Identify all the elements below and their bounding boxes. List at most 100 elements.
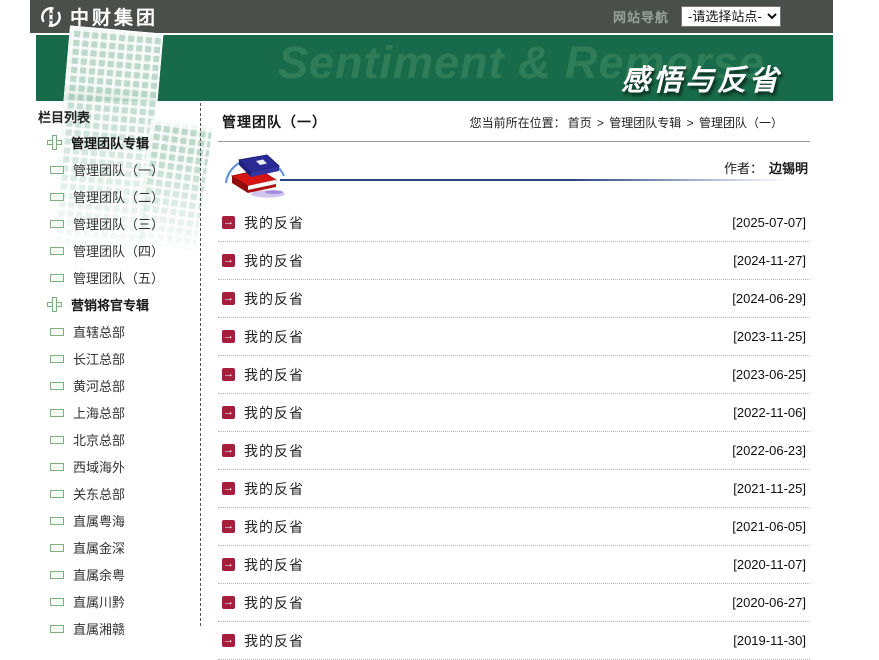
article-title-link[interactable]: 我的反省: [244, 327, 304, 347]
minus-icon: [50, 490, 64, 498]
article-title-link[interactable]: 我的反省: [244, 251, 304, 271]
plus-icon: [47, 135, 62, 150]
article-date: [2022-11-06]: [733, 405, 806, 420]
sidebar-item-10: 黄河总部: [30, 372, 200, 399]
arrow-icon: →: [222, 254, 235, 267]
arrow-icon: →: [222, 558, 235, 571]
arrow-icon: →: [222, 368, 235, 381]
sidebar-item-16: 直属金深: [30, 534, 200, 561]
blue-divider: [280, 179, 808, 181]
article-date: [2019-11-30]: [733, 633, 806, 648]
sidebar-item-label[interactable]: 北京总部: [73, 430, 125, 449]
sidebar-header: 栏目列表: [38, 107, 200, 129]
sidebar-item-4: 管理团队（三）: [30, 210, 200, 237]
arrow-icon: →: [222, 634, 235, 647]
article-date: [2024-11-27]: [733, 253, 806, 268]
sidebar-item-17: 直属余粤: [30, 561, 200, 588]
minus-icon: [50, 193, 64, 201]
sidebar-item-3: 管理团队（二）: [30, 183, 200, 210]
article-row-1: → 我的反省 [2025-07-07]: [218, 204, 810, 242]
sidebar-item-13: 西域海外: [30, 453, 200, 480]
article-title-link[interactable]: 我的反省: [244, 213, 304, 233]
article-row-2: → 我的反省 [2024-11-27]: [218, 242, 810, 280]
breadcrumb-home[interactable]: 首页: [568, 116, 592, 130]
sidebar-item-19: 直属湘赣: [30, 615, 200, 642]
article-title-link[interactable]: 我的反省: [244, 479, 304, 499]
sidebar-item-label[interactable]: 直属川黔: [73, 592, 125, 611]
article-row-3: → 我的反省 [2024-06-29]: [218, 280, 810, 318]
sidebar-item-1: 管理团队专辑: [30, 129, 200, 156]
sidebar-item-label[interactable]: 西域海外: [73, 457, 125, 476]
sidebar: 栏目列表 管理团队专辑 管理团队（一） 管理团队（二） 管理团队（三） 管理团队…: [30, 103, 201, 626]
sidebar-item-14: 关东总部: [30, 480, 200, 507]
sidebar-item-11: 上海总部: [30, 399, 200, 426]
minus-icon: [50, 409, 64, 417]
sidebar-item-2: 管理团队（一）: [30, 156, 200, 183]
sidebar-item-5: 管理团队（四）: [30, 237, 200, 264]
minus-icon: [50, 517, 64, 525]
sidebar-item-label[interactable]: 直属余粤: [73, 565, 125, 584]
sidebar-item-label[interactable]: 关东总部: [73, 484, 125, 503]
minus-icon: [50, 598, 64, 606]
top-bar: 中财集团 网站导航 -请选择站点-: [30, 0, 833, 33]
article-row-8: → 我的反省 [2021-11-25]: [218, 470, 810, 508]
article-row-5: → 我的反省 [2023-06-25]: [218, 356, 810, 394]
minus-icon: [50, 220, 64, 228]
minus-icon: [50, 247, 64, 255]
article-list: → 我的反省 [2025-07-07] → 我的反省 [2024-11-27] …: [218, 204, 810, 660]
topbar-right: 网站导航 -请选择站点-: [613, 6, 781, 27]
sidebar-item-label[interactable]: 直辖总部: [73, 322, 125, 341]
article-title-link[interactable]: 我的反省: [244, 517, 304, 537]
sidebar-item-label[interactable]: 上海总部: [73, 403, 125, 422]
sidebar-item-label[interactable]: 长江总部: [73, 349, 125, 368]
article-title-link[interactable]: 我的反省: [244, 593, 304, 613]
breadcrumb-prefix: 您当前所在位置：: [470, 116, 566, 130]
minus-icon: [50, 436, 64, 444]
arrow-icon: →: [222, 406, 235, 419]
sidebar-item-18: 直属川黔: [30, 588, 200, 615]
main-content: 管理团队（一） 您当前所在位置：首页 > 管理团队专辑 > 管理团队（一）: [218, 103, 810, 660]
sidebar-item-label[interactable]: 管理团队（二）: [73, 187, 164, 206]
article-date: [2024-06-29]: [732, 291, 806, 306]
arrow-icon: →: [222, 292, 235, 305]
site-selector[interactable]: -请选择站点-: [681, 6, 781, 27]
banner-title-zh: 感悟与反省: [621, 57, 781, 99]
sidebar-item-label[interactable]: 营销将官专辑: [71, 295, 149, 314]
article-title-link[interactable]: 我的反省: [244, 631, 304, 651]
sidebar-item-label[interactable]: 直属粤海: [73, 511, 125, 530]
article-title-link[interactable]: 我的反省: [244, 403, 304, 423]
sidebar-item-label[interactable]: 管理团队（三）: [73, 214, 164, 233]
plus-icon: [47, 297, 62, 312]
article-title-link[interactable]: 我的反省: [244, 289, 304, 309]
minus-icon: [50, 544, 64, 552]
title-row: 管理团队（一） 您当前所在位置：首页 > 管理团队专辑 > 管理团队（一）: [218, 103, 810, 142]
article-title-link[interactable]: 我的反省: [244, 365, 304, 385]
page-title: 管理团队（一）: [222, 112, 327, 132]
article-title-link[interactable]: 我的反省: [244, 441, 304, 461]
sidebar-item-12: 北京总部: [30, 426, 200, 453]
author-label: 作者：: [724, 161, 763, 176]
sidebar-item-label[interactable]: 黄河总部: [73, 376, 125, 395]
article-row-10: → 我的反省 [2020-11-07]: [218, 546, 810, 584]
sidebar-items: 管理团队专辑 管理团队（一） 管理团队（二） 管理团队（三） 管理团队（四） 管…: [30, 129, 200, 642]
logo-text: 中财集团: [70, 3, 158, 30]
breadcrumb-category[interactable]: 管理团队专辑: [609, 116, 681, 130]
article-date: [2021-06-05]: [732, 519, 806, 534]
sidebar-item-label[interactable]: 直属湘赣: [73, 619, 125, 638]
article-title-link[interactable]: 我的反省: [244, 555, 304, 575]
arrow-icon: →: [222, 330, 235, 343]
sidebar-item-8: 直辖总部: [30, 318, 200, 345]
minus-icon: [50, 355, 64, 363]
sidebar-item-label[interactable]: 管理团队专辑: [71, 133, 149, 152]
sidebar-item-label[interactable]: 管理团队（四）: [73, 241, 164, 260]
company-logo-icon: [40, 6, 62, 28]
minus-icon: [50, 571, 64, 579]
meta-zone: 作者： 边锡明: [218, 142, 810, 204]
arrow-icon: →: [222, 216, 235, 229]
sidebar-item-label[interactable]: 管理团队（一）: [73, 160, 164, 179]
author-name: 边锡明: [769, 161, 808, 176]
sidebar-item-6: 管理团队（五）: [30, 264, 200, 291]
article-row-4: → 我的反省 [2023-11-25]: [218, 318, 810, 356]
sidebar-item-label[interactable]: 管理团队（五）: [73, 268, 164, 287]
sidebar-item-label[interactable]: 直属金深: [73, 538, 125, 557]
